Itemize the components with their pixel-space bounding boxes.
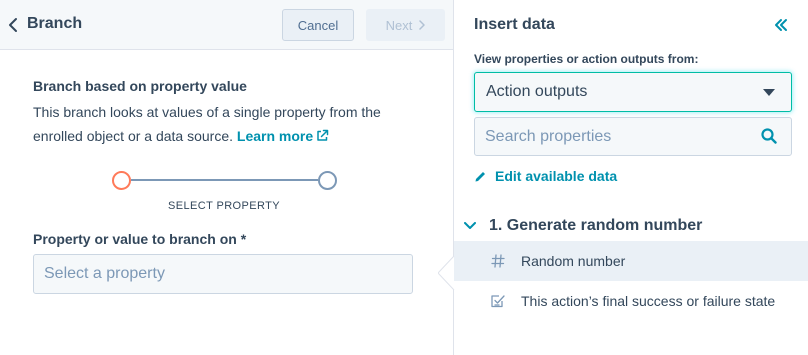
learn-more-label: Learn more (236, 128, 314, 144)
chevron-right-icon (419, 20, 426, 30)
section-title: Branch based on property value (33, 78, 247, 94)
step-indicator-inactive (318, 171, 337, 190)
list-item-label: Random number (521, 253, 626, 269)
insert-data-panel: Insert data View properties or action ou… (454, 0, 808, 355)
view-from-label: View properties or action outputs from: (474, 52, 699, 66)
insert-data-title: Insert data (474, 16, 555, 33)
dropdown-value: Action outputs (486, 83, 588, 100)
external-link-icon (317, 129, 329, 141)
caret-down-icon (763, 89, 775, 96)
back-chevron-icon[interactable] (7, 17, 19, 33)
cancel-button[interactable]: Cancel (282, 9, 354, 41)
step-indicator-active (112, 171, 131, 190)
next-button-label: Next (385, 17, 413, 33)
property-select[interactable]: Select a property (33, 254, 413, 294)
property-field-label: Property or value to branch on * (33, 231, 247, 247)
branch-panel: Branch Cancel Next Branch based on prope… (0, 0, 453, 355)
panel-pointer-arrow (438, 256, 455, 290)
edit-available-data-link[interactable]: Edit available data (474, 168, 617, 184)
edit-available-data-label: Edit available data (495, 168, 618, 184)
hash-icon (491, 254, 505, 268)
next-button[interactable]: Next (366, 9, 445, 41)
action-group-title: 1. Generate random number (489, 217, 703, 234)
stepper-line (131, 179, 318, 181)
search-icon[interactable] (761, 128, 777, 144)
checkbox-state-icon (491, 295, 505, 308)
action-group-header[interactable]: 1. Generate random number (454, 213, 808, 239)
learn-more-link[interactable]: Learn more (237, 128, 329, 144)
branch-title: Branch (27, 15, 83, 32)
search-properties-input[interactable] (474, 117, 792, 156)
branch-header: Branch Cancel Next (0, 0, 453, 50)
data-source-dropdown[interactable]: Action outputs (474, 72, 792, 112)
list-item[interactable]: This action’s final success or failure s… (454, 281, 808, 321)
list-item-label: This action’s final success or failure s… (521, 293, 776, 309)
list-item[interactable]: Random number (454, 241, 808, 281)
pencil-icon (475, 171, 485, 181)
branch-description: This branch looks at values of a single … (33, 100, 413, 148)
double-chevron-left-icon[interactable] (774, 18, 788, 32)
chevron-down-icon (464, 222, 476, 229)
step-label: SELECT PROPERTY (168, 200, 280, 212)
